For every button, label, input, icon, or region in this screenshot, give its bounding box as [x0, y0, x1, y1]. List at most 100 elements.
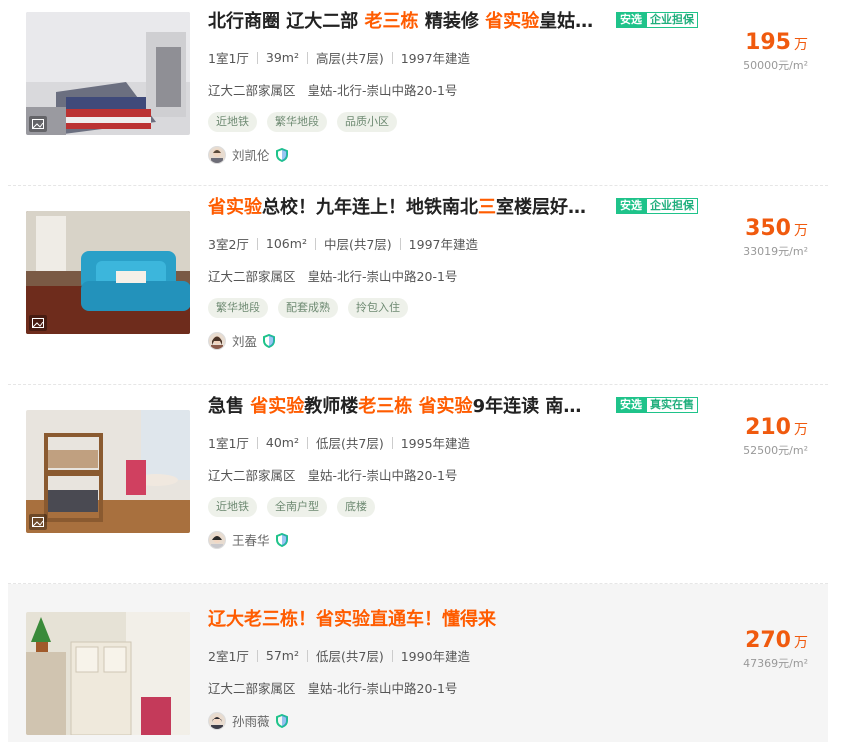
title-highlight: 三 [478, 197, 496, 218]
anxuan-badge: 安选 [616, 198, 646, 214]
listing-address: 辽大二部家属区 皇姑-北行-崇山中路20-1号 [208, 80, 457, 99]
agent-name[interactable]: 刘盈 [232, 331, 257, 350]
tag: 底楼 [337, 497, 375, 517]
community-name[interactable]: 辽大二部家属区 [208, 83, 296, 98]
image-icon [29, 315, 47, 331]
price-unit: 万 [794, 635, 808, 651]
unit-price: 47369元/m² [743, 657, 808, 670]
address: 皇姑-北行-崇山中路20-1号 [307, 468, 458, 483]
title-highlight: 省实验 [208, 197, 262, 218]
listing-card[interactable]: 急售 省实验教师楼老三栋 省实验9年连读 南… 安选 真实在售 1室1厅 40m… [8, 385, 828, 584]
title-text: 皇姑 [539, 11, 576, 32]
title-text: 教师楼 [304, 396, 359, 417]
listing-card[interactable]: 省实验总校！九年连上！地铁南北三室楼层好… 安选 企业担保 3室2厅 106m²… [8, 186, 828, 385]
layout: 1室1厅 [208, 436, 249, 451]
shield-check-icon [263, 333, 276, 348]
shield-check-icon [275, 532, 288, 547]
title-highlight: 省实验 [418, 396, 473, 417]
divider [314, 237, 316, 250]
title-highlight: 辽大老三栋！省实验直通车！懂得来 [208, 609, 496, 630]
listing-title[interactable]: 急售 省实验教师楼老三栋 省实验9年连读 南… [208, 395, 608, 421]
anxuan-badge: 安选 [616, 397, 646, 413]
listing-title[interactable]: 北行商圈 辽大二部 老三栋 精装修 省实验皇姑… [208, 10, 608, 36]
listing-photo[interactable] [26, 211, 190, 334]
layout: 1室1厅 [208, 51, 249, 66]
image-icon [29, 514, 47, 530]
floor: 高层(共7层) [316, 51, 384, 66]
title-text: 精装修 [418, 11, 486, 32]
total-price: 210 [745, 415, 791, 440]
agent[interactable]: 刘盈 [208, 331, 276, 350]
tag-list: 近地铁 繁华地段 品质小区 [208, 112, 407, 132]
address: 皇姑-北行-崇山中路20-1号 [307, 269, 458, 284]
title-highlight: 老三栋 [358, 396, 413, 417]
avatar [208, 145, 226, 164]
listing-title[interactable]: 辽大老三栋！省实验直通车！懂得来 [208, 608, 608, 634]
title-text: 总校！九年连上！地铁南北 [262, 197, 478, 218]
agent-name[interactable]: 孙雨薇 [232, 711, 270, 730]
agent-name[interactable]: 刘凯伦 [232, 145, 270, 164]
price-unit: 万 [794, 37, 808, 53]
listing-info: 1室1厅 40m² 低层(共7层) 1995年建造 [208, 433, 470, 452]
divider [307, 436, 308, 449]
title-text: … [563, 396, 582, 417]
total-price: 195 [745, 30, 791, 55]
agent[interactable]: 孙雨薇 [208, 711, 288, 730]
community-name[interactable]: 辽大二部家属区 [208, 681, 296, 696]
tag: 品质小区 [337, 112, 397, 132]
agent[interactable]: 王春华 [208, 530, 288, 549]
address: 皇姑-北行-崇山中路20-1号 [307, 83, 458, 98]
layout: 3室2厅 [208, 237, 249, 252]
image-icon [29, 116, 47, 132]
area: 39m² [265, 50, 299, 65]
listing-info: 3室2厅 106m² 中层(共7层) 1997年建造 [208, 234, 478, 253]
built-year: 1997年建造 [408, 237, 478, 252]
agent-name[interactable]: 王春华 [232, 530, 270, 549]
layout: 2室1厅 [208, 649, 249, 664]
divider [391, 51, 393, 64]
guarantee-badge: 企业担保 [646, 198, 698, 214]
listing-photo[interactable] [26, 612, 190, 735]
title-text: 9年连读 南 [472, 396, 564, 417]
shield-check-icon [275, 713, 288, 728]
tag: 配套成熟 [278, 298, 338, 318]
community-name[interactable]: 辽大二部家属区 [208, 269, 296, 284]
address: 皇姑-北行-崇山中路20-1号 [307, 681, 458, 696]
divider [256, 51, 258, 64]
price-unit: 万 [794, 422, 808, 438]
area: 57m² [265, 648, 299, 663]
listing-card[interactable]: 辽大老三栋！省实验直通车！懂得来 2室1厅 57m² 低层(共7层) 1990年… [8, 584, 828, 742]
title-text: 室楼层好 [496, 197, 568, 218]
avatar [208, 711, 226, 730]
avatar [208, 331, 226, 350]
divider [256, 649, 258, 662]
anxuan-badge: 安选 [616, 12, 646, 28]
area: 106m² [265, 236, 307, 251]
built-year: 1995年建造 [400, 436, 471, 451]
tag: 繁华地段 [208, 298, 268, 318]
divider [307, 51, 308, 64]
floor: 中层(共7层) [323, 237, 392, 252]
listing-address: 辽大二部家属区 皇姑-北行-崇山中路20-1号 [208, 678, 457, 697]
listing-info: 1室1厅 39m² 高层(共7层) 1997年建造 [208, 48, 470, 67]
tag: 拎包入住 [348, 298, 408, 318]
listing-title[interactable]: 省实验总校！九年连上！地铁南北三室楼层好… [208, 196, 608, 222]
listing-photo[interactable] [26, 410, 190, 533]
guarantee-badge: 企业担保 [646, 12, 698, 28]
unit-price: 50000元/m² [743, 59, 808, 72]
price-unit: 万 [794, 223, 808, 239]
agent[interactable]: 刘凯伦 [208, 145, 288, 164]
listing-photo[interactable] [26, 12, 190, 135]
area: 40m² [265, 435, 299, 450]
price-block: 350 万 33019元/m² [743, 216, 808, 259]
tag: 繁华地段 [267, 112, 327, 132]
listing-card[interactable]: 北行商圈 辽大二部 老三栋 精装修 省实验皇姑… 安选 企业担保 1室1厅 39… [8, 0, 828, 186]
built-year: 1990年建造 [400, 649, 471, 664]
title-highlight: 老三栋 [364, 11, 419, 32]
tag-list: 繁华地段 配套成熟 拎包入住 [208, 298, 418, 318]
community-name[interactable]: 辽大二部家属区 [208, 468, 296, 483]
title-text: 北行商圈 辽大二部 [208, 11, 365, 32]
title-text: 急售 [208, 396, 251, 417]
avatar [208, 530, 226, 549]
title-text: … [575, 11, 594, 32]
